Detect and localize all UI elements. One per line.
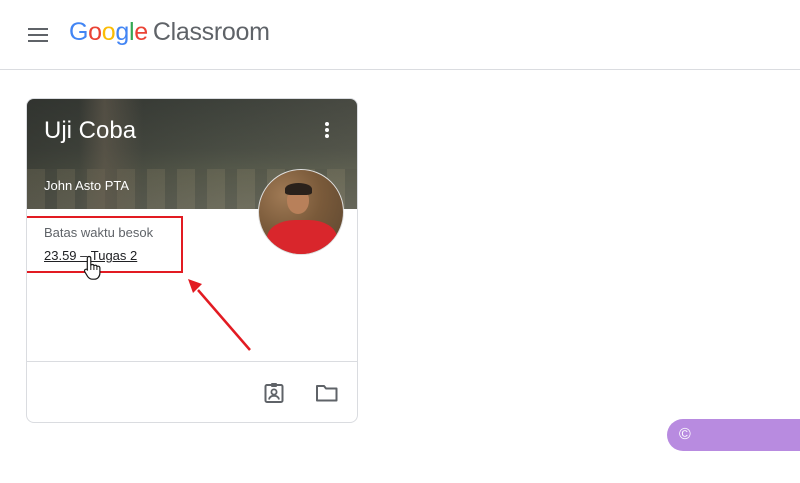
annotation-arrow [188,279,251,351]
watermark: © TAHUPOST.NET [667,419,800,475]
